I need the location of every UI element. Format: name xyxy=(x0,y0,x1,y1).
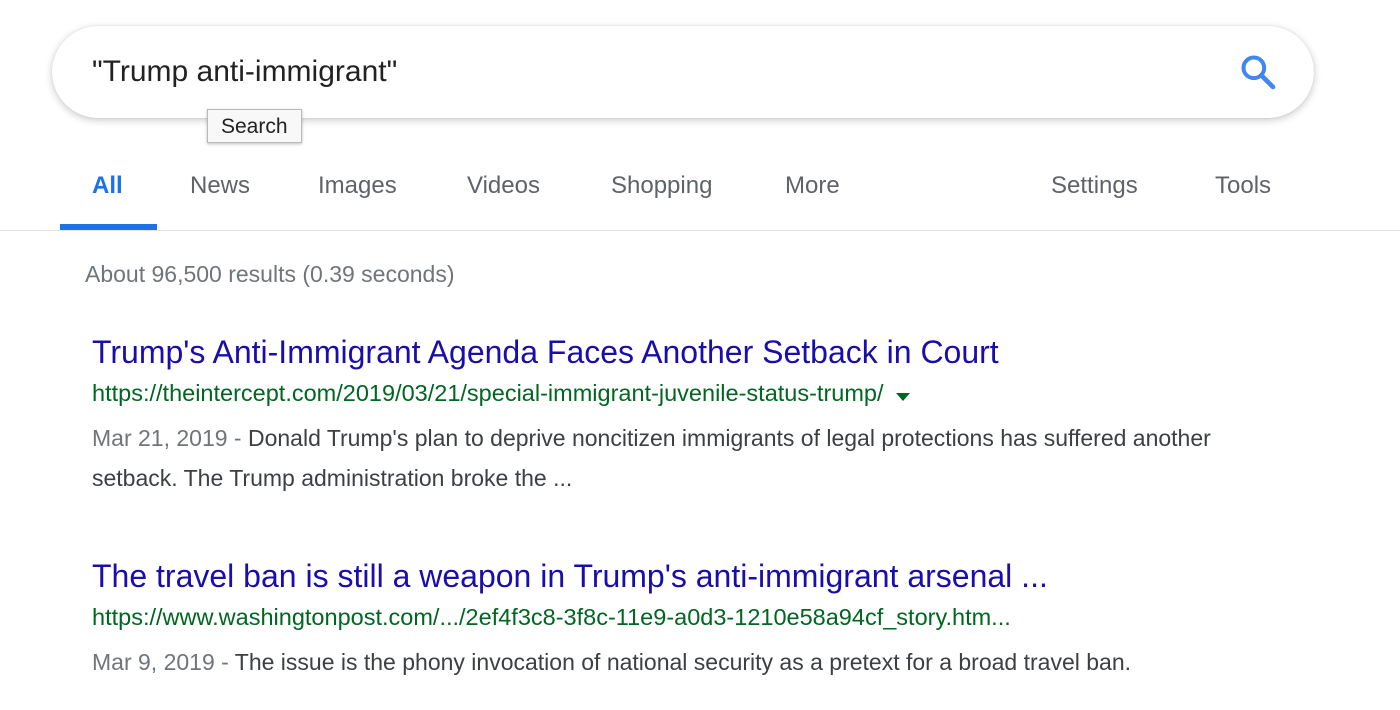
tab-shopping[interactable]: Shopping xyxy=(611,172,712,200)
result-date: Mar 21, 2019 - xyxy=(92,425,248,451)
result-title-link[interactable]: Trump's Anti-Immigrant Agenda Faces Anot… xyxy=(92,333,1292,371)
result-url[interactable]: https://www.washingtonpost.com/.../2ef4f… xyxy=(92,604,1011,630)
search-results-page: Search All News Images Videos Shopping M… xyxy=(0,0,1400,710)
search-result: Trump's Anti-Immigrant Agenda Faces Anot… xyxy=(92,333,1292,498)
result-title-link[interactable]: The travel ban is still a weapon in Trum… xyxy=(92,557,1292,595)
url-dropdown-arrow-icon[interactable] xyxy=(895,392,910,401)
tab-tools[interactable]: Tools xyxy=(1215,172,1271,200)
tab-more[interactable]: More xyxy=(785,172,840,200)
result-snippet-text: The issue is the phony invocation of nat… xyxy=(234,649,1132,675)
result-snippet: Mar 9, 2019 - The issue is the phony inv… xyxy=(92,642,1282,682)
result-snippet-text: Donald Trump's plan to deprive noncitize… xyxy=(92,425,1211,491)
search-icon[interactable] xyxy=(1238,52,1278,92)
result-date: Mar 9, 2019 - xyxy=(92,649,235,675)
tab-settings[interactable]: Settings xyxy=(1051,172,1138,200)
tab-images[interactable]: Images xyxy=(318,172,397,200)
result-url-row: https://theintercept.com/2019/03/21/spec… xyxy=(92,378,1292,408)
search-result: The travel ban is still a weapon in Trum… xyxy=(92,557,1292,682)
tabs-divider xyxy=(0,230,1400,231)
search-box[interactable] xyxy=(52,26,1314,118)
search-tooltip: Search xyxy=(207,109,302,143)
result-stats: About 96,500 results (0.39 seconds) xyxy=(85,261,455,287)
tab-news[interactable]: News xyxy=(190,172,250,200)
search-tabs: All News Images Videos Shopping More Set… xyxy=(0,160,1400,230)
result-url[interactable]: https://theintercept.com/2019/03/21/spec… xyxy=(92,380,884,406)
tab-all[interactable]: All xyxy=(92,172,123,200)
result-snippet: Mar 21, 2019 - Donald Trump's plan to de… xyxy=(92,418,1282,498)
tab-videos[interactable]: Videos xyxy=(467,172,540,200)
search-input[interactable] xyxy=(92,50,1192,94)
result-url-row: https://www.washingtonpost.com/.../2ef4f… xyxy=(92,602,1292,632)
